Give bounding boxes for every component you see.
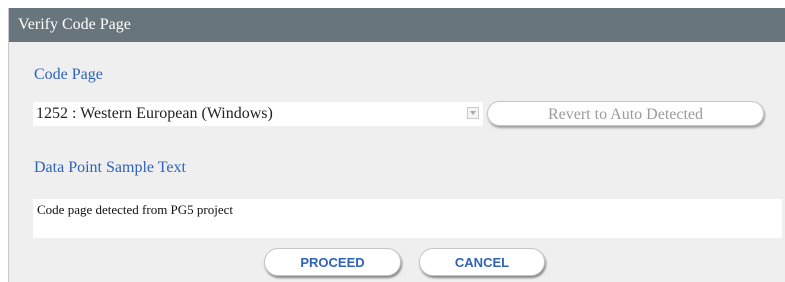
verify-code-page-dialog: Verify Code Page Code Page 1252 : Wester… [8,8,785,282]
revert-to-auto-detected-button[interactable]: Revert to Auto Detected [487,101,764,126]
cancel-button[interactable]: CANCEL [419,248,545,276]
code-page-selected-value: 1252 : Western European (Windows) [36,105,273,122]
data-point-sample-text-label: Data Point Sample Text [34,159,186,176]
sample-text-box: Code page detected from PG5 project [33,199,782,238]
code-page-label: Code Page [34,66,103,83]
dialog-title: Verify Code Page [9,8,785,42]
proceed-button[interactable]: PROCEED [264,248,401,276]
sample-text: Code page detected from PG5 project [37,202,234,217]
chevron-down-icon[interactable] [467,107,479,119]
code-page-select[interactable]: 1252 : Western European (Windows) [33,102,483,126]
